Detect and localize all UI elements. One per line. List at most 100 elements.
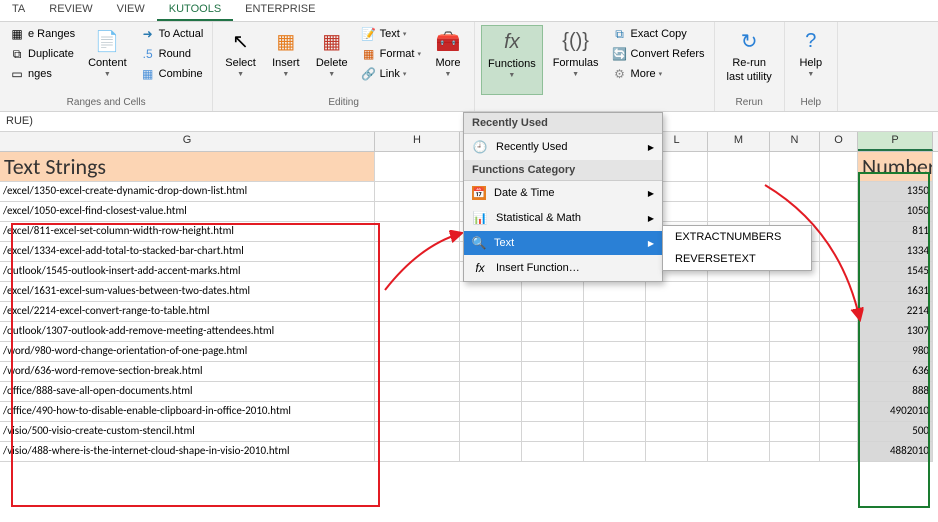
string-cell[interactable]: /outlook/1545-outlook-insert-add-accent-… — [0, 262, 375, 282]
menu-date-time[interactable]: 📅Date & Time▶ — [464, 181, 662, 205]
empty-cell[interactable] — [770, 422, 820, 442]
empty-cell[interactable] — [460, 422, 522, 442]
empty-cell[interactable] — [584, 382, 646, 402]
empty-cell[interactable] — [646, 282, 708, 302]
empty-cell[interactable] — [460, 382, 522, 402]
empty-cell[interactable] — [820, 442, 858, 462]
empty-cell[interactable] — [460, 362, 522, 382]
empty-cell[interactable] — [646, 342, 708, 362]
string-cell[interactable]: /excel/1050-excel-find-closest-value.htm… — [0, 202, 375, 222]
empty-cell[interactable] — [584, 282, 646, 302]
empty-cell[interactable] — [460, 442, 522, 462]
link-button[interactable]: 🔗Link▾ — [358, 65, 424, 83]
empty-cell[interactable] — [708, 382, 770, 402]
duplicate-button[interactable]: ⧉Duplicate — [6, 45, 78, 63]
empty-cell[interactable] — [375, 422, 460, 442]
empty-cell[interactable] — [584, 362, 646, 382]
empty-cell[interactable] — [770, 342, 820, 362]
empty-cell[interactable] — [375, 302, 460, 322]
empty-cell[interactable] — [646, 402, 708, 422]
number-cell[interactable]: 4902010 — [858, 402, 933, 422]
menu-recently-used[interactable]: 🕘Recently Used▶ — [464, 134, 662, 160]
string-cell[interactable]: /excel/1334-excel-add-total-to-stacked-b… — [0, 242, 375, 262]
number-cell[interactable]: 980 — [858, 342, 933, 362]
string-cell[interactable]: /office/490-how-to-disable-enable-clipbo… — [0, 402, 375, 422]
empty-cell[interactable] — [770, 382, 820, 402]
empty-cell[interactable] — [375, 342, 460, 362]
header-cell[interactable] — [770, 152, 820, 182]
select-button[interactable]: ↖Select▼ — [219, 25, 262, 95]
ranges2-button[interactable]: ▭nges — [6, 65, 78, 83]
text-button[interactable]: 📝Text▾ — [358, 25, 424, 43]
empty-cell[interactable] — [375, 362, 460, 382]
empty-cell[interactable] — [460, 402, 522, 422]
empty-cell[interactable] — [375, 182, 460, 202]
number-cell[interactable]: 636 — [858, 362, 933, 382]
col-header-O[interactable]: O — [820, 132, 858, 151]
empty-cell[interactable] — [522, 422, 584, 442]
rerun-button[interactable]: ↻Re-runlast utility — [721, 25, 778, 95]
empty-cell[interactable] — [770, 362, 820, 382]
empty-cell[interactable] — [460, 342, 522, 362]
tab-view[interactable]: VIEW — [105, 0, 157, 21]
more-button[interactable]: 🧰More▼ — [428, 25, 468, 95]
empty-cell[interactable] — [522, 382, 584, 402]
empty-cell[interactable] — [522, 302, 584, 322]
insert-button[interactable]: ▦Insert▼ — [266, 25, 306, 95]
empty-cell[interactable] — [646, 362, 708, 382]
empty-cell[interactable] — [820, 402, 858, 422]
exactcopy-button[interactable]: ⧉Exact Copy — [609, 25, 708, 43]
number-cell[interactable]: 888 — [858, 382, 933, 402]
empty-cell[interactable] — [375, 402, 460, 422]
empty-cell[interactable] — [584, 442, 646, 462]
string-cell[interactable]: /word/980-word-change-orientation-of-one… — [0, 342, 375, 362]
more2-button[interactable]: ⚙More▾ — [609, 65, 708, 83]
empty-cell[interactable] — [820, 382, 858, 402]
empty-cell[interactable] — [770, 442, 820, 462]
menu-stat-math[interactable]: 📊Statistical & Math▶ — [464, 205, 662, 231]
empty-cell[interactable] — [375, 202, 460, 222]
col-header-P[interactable]: P — [858, 132, 933, 151]
empty-cell[interactable] — [460, 302, 522, 322]
string-cell[interactable]: /word/636-word-remove-section-break.html — [0, 362, 375, 382]
functions-button[interactable]: fxFunctions▼ — [481, 25, 543, 95]
empty-cell[interactable] — [375, 442, 460, 462]
empty-cell[interactable] — [646, 422, 708, 442]
empty-cell[interactable] — [770, 402, 820, 422]
empty-cell[interactable] — [708, 342, 770, 362]
help-button[interactable]: ?Help▼ — [791, 25, 831, 95]
string-cell[interactable]: /excel/811-excel-set-column-width-row-he… — [0, 222, 375, 242]
empty-cell[interactable] — [708, 422, 770, 442]
tab-review[interactable]: REVIEW — [37, 0, 104, 21]
empty-cell[interactable] — [584, 302, 646, 322]
col-header-N[interactable]: N — [770, 132, 820, 151]
empty-cell[interactable] — [522, 282, 584, 302]
empty-cell[interactable] — [708, 402, 770, 422]
header-cell[interactable] — [708, 152, 770, 182]
empty-cell[interactable] — [820, 342, 858, 362]
empty-cell[interactable] — [584, 342, 646, 362]
string-cell[interactable]: /outlook/1307-outlook-add-remove-meeting… — [0, 322, 375, 342]
string-cell[interactable]: /excel/1350-excel-create-dynamic-drop-do… — [0, 182, 375, 202]
menu-insert-function[interactable]: fxInsert Function… — [464, 255, 662, 281]
empty-cell[interactable] — [820, 362, 858, 382]
string-cell[interactable]: /office/888-save-all-open-documents.html — [0, 382, 375, 402]
number-cell[interactable]: 500 — [858, 422, 933, 442]
format-button[interactable]: ▦Format▾ — [358, 45, 424, 63]
toactual-button[interactable]: ➜To Actual — [137, 25, 207, 43]
col-header-M[interactable]: M — [708, 132, 770, 151]
tab-data[interactable]: TA — [0, 0, 37, 21]
col-header-G[interactable]: G — [0, 132, 375, 151]
empty-cell[interactable] — [522, 322, 584, 342]
delete-button[interactable]: ▦Delete▼ — [310, 25, 354, 95]
empty-cell[interactable] — [584, 422, 646, 442]
header-cell[interactable] — [375, 152, 460, 182]
empty-cell[interactable] — [646, 442, 708, 462]
combine-button[interactable]: ▦Combine — [137, 65, 207, 83]
empty-cell[interactable] — [522, 342, 584, 362]
empty-cell[interactable] — [522, 442, 584, 462]
string-cell[interactable]: /excel/2214-excel-convert-range-to-table… — [0, 302, 375, 322]
ranges-button[interactable]: ▦e Ranges — [6, 25, 78, 43]
convertrefers-button[interactable]: 🔄Convert Refers — [609, 45, 708, 63]
empty-cell[interactable] — [522, 402, 584, 422]
